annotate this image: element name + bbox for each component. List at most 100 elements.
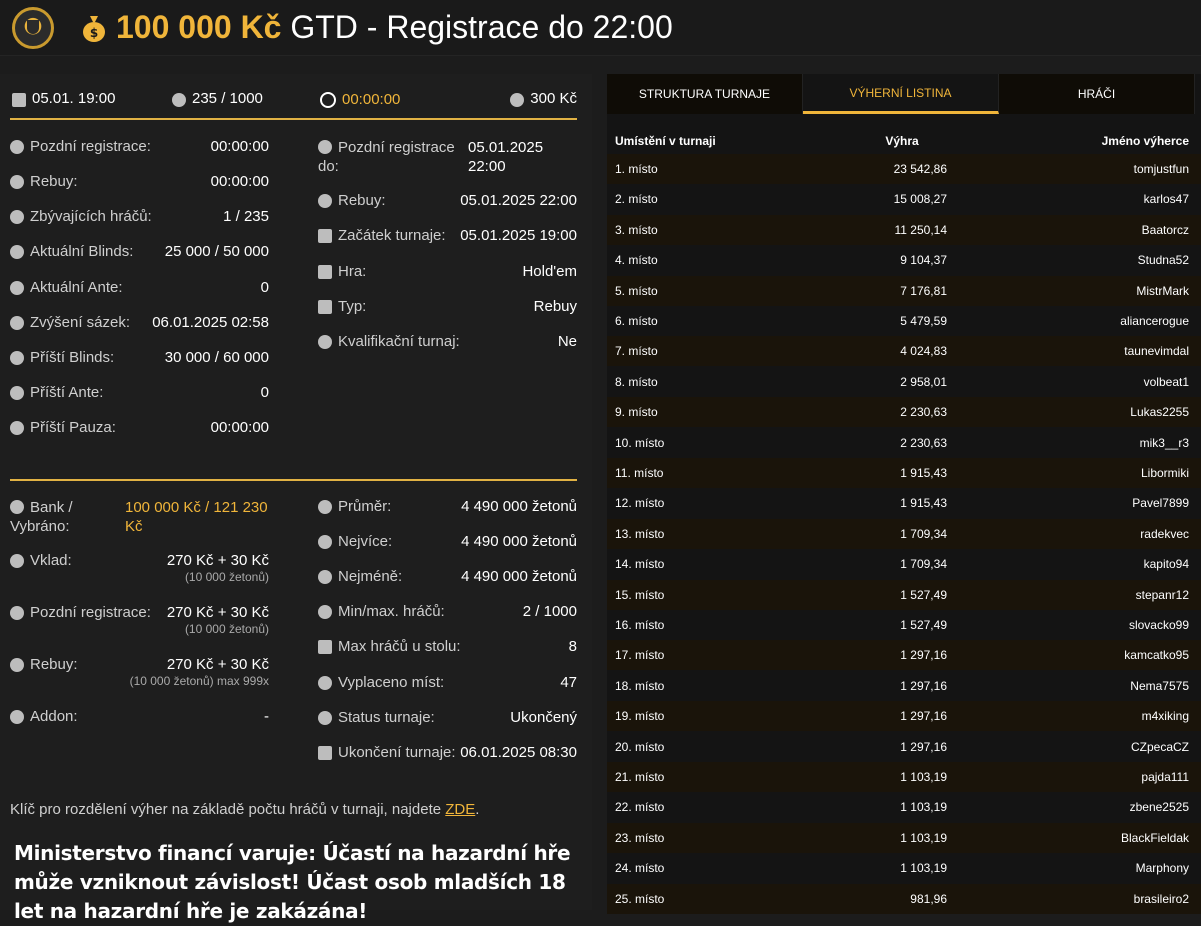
row-prize: 1 297,16	[900, 709, 947, 724]
info-value: 270 Kč + 30 Kč	[166, 552, 269, 569]
table-row: 12. místo 1 915,43 Pavel7899	[607, 488, 1201, 519]
info-value: 47	[560, 674, 577, 691]
row-placement: 8. místo	[615, 374, 658, 389]
table-row: 22. místo 1 103,19 zbene2525	[607, 792, 1201, 823]
row-winner: aliancerogue	[1120, 314, 1189, 328]
tab-structure[interactable]: STRUKTURA TURNAJE	[607, 74, 803, 114]
info-subvalue: (10 000 žetonů)	[184, 570, 269, 584]
table-row: 15. místo 1 527,49 stepanr12	[607, 579, 1201, 610]
row-winner: m4xiking	[1141, 709, 1189, 724]
table-row: 25. místo 981,96 brasileiro2	[607, 883, 1201, 914]
row-placement: 9. místo	[615, 405, 658, 420]
row-prize: 1 297,16	[900, 739, 947, 754]
buyin-stat: 300 Kč	[510, 90, 577, 107]
row-placement: 6. místo	[615, 314, 658, 328]
info-value: 22:00	[468, 158, 506, 175]
row-winner: slovacko99	[1128, 618, 1189, 632]
start-date-value: 05.01. 19:00	[32, 90, 116, 107]
tab-players[interactable]: HRÁČI	[999, 74, 1195, 114]
row-winner: karlos47	[1143, 192, 1189, 207]
row-prize: 2 230,63	[900, 435, 947, 450]
info-row: Průměr: 4 490 000 žetonů	[318, 498, 577, 515]
info-row: Aktuální Blinds: 25 000 / 50 000	[10, 243, 269, 260]
row-prize: 23 542,86	[893, 162, 947, 176]
table-row: 11. místo 1 915,43 Libormiki	[607, 458, 1201, 488]
row-winner: Lukas2255	[1130, 405, 1189, 420]
row-prize: 4 024,83	[900, 344, 947, 359]
row-winner: Pavel7899	[1132, 496, 1189, 511]
row-placement: 17. místo	[615, 648, 665, 663]
table-row: 14. místo 1 709,34 kapito94	[607, 549, 1201, 580]
info-row: Typ: Rebuy	[318, 298, 577, 315]
row-prize: 1 527,49	[900, 587, 947, 602]
info-row: Min/max. hráčů: 2 / 1000	[318, 603, 577, 620]
row-prize: 1 103,19	[900, 800, 947, 815]
row-placement: 19. místo	[615, 709, 665, 724]
row-prize: 7 176,81	[900, 283, 947, 298]
row-winner: kamcatko95	[1124, 648, 1189, 663]
table-row: 18. místo 1 297,16 Nema7575	[607, 670, 1201, 701]
table-row: 13. místo 1 709,34 radekvec	[607, 518, 1201, 549]
users-icon	[172, 92, 186, 107]
info-label: Bank /	[30, 499, 73, 516]
info-row: Hra: Hold'em	[318, 263, 577, 280]
bank-value: Kč	[125, 518, 143, 535]
players-stat: 235 / 1000	[172, 90, 263, 107]
row-prize: 15 008,27	[893, 192, 947, 207]
info-row: Příští Blinds: 30 000 / 60 000	[10, 349, 269, 366]
info-value: 06.01.2025 08:30	[460, 744, 577, 761]
row-prize: 1 103,19	[900, 770, 947, 784]
info-value: 0	[260, 384, 269, 401]
row-winner: CZpecaCZ	[1130, 739, 1189, 754]
info-value: -	[264, 708, 269, 725]
table-row: 8. místo 2 958,01 volbeat1	[607, 366, 1201, 397]
table-row: 21. místo 1 103,19 pajda111	[607, 762, 1201, 792]
info-row: Kvalifikační turnaj: Ne	[318, 333, 577, 350]
info-value: 8	[568, 638, 577, 655]
row-winner: Marphony	[1135, 861, 1189, 876]
row-placement: 13. místo	[615, 526, 665, 541]
info-value: Rebuy	[533, 298, 577, 315]
table-row: 3. místo 11 250,14 Baatorcz	[607, 214, 1201, 245]
info-label: Vybráno:	[10, 518, 70, 535]
row-prize: 1 915,43	[900, 496, 947, 511]
info-row: Pozdní registrace: 00:00:00	[10, 138, 269, 155]
info-value: 270 Kč + 30 Kč	[166, 656, 269, 673]
info-row: Rebuy: 05.01.2025 22:00	[318, 192, 577, 209]
page-title: 100 000 Kč GTD - Registrace do 22:00	[116, 9, 673, 46]
table-row: 23. místo 1 103,19 BlackFieldak	[607, 822, 1201, 853]
info-value: 05.01.2025	[468, 139, 544, 156]
row-placement: 25. místo	[615, 891, 665, 906]
info-value: Ukončený	[510, 709, 577, 726]
info-row: Nejméně: 4 490 000 žetonů	[318, 568, 577, 585]
payout-key-label: Klíč pro rozdělení výher na základě počt…	[10, 801, 442, 818]
tab-payout-list[interactable]: VÝHERNÍ LISTINA	[803, 74, 999, 114]
row-prize: 2 958,01	[900, 374, 947, 389]
info-subvalue: (10 000 žetonů) max 999x	[129, 674, 269, 688]
row-placement: 10. místo	[615, 435, 665, 450]
money-bag-icon	[10, 500, 24, 514]
row-winner: brasileiro2	[1133, 891, 1189, 906]
info-value: 4 490 000 žetonů	[461, 568, 577, 585]
table-row: 5. místo 7 176,81 MistrMark	[607, 275, 1201, 306]
tournament-info-panel: 05.01. 19:00 235 / 1000 00:00:00 300 Kč …	[0, 74, 592, 923]
row-prize: 2 230,63	[900, 405, 947, 420]
row-winner: pajda111	[1141, 770, 1189, 784]
info-row-late-reg: Pozdní registrace do: 05.01.2025 22:00	[318, 138, 543, 176]
info-row: Příští Pauza: 00:00:00	[10, 419, 269, 436]
row-placement: 4. místo	[615, 253, 658, 268]
info-row: Ukončení turnaje: 06.01.2025 08:30	[318, 744, 577, 761]
info-row: Rebuy: 00:00:00	[10, 173, 269, 190]
money-bag-icon: $	[83, 15, 105, 42]
row-placement: 20. místo	[615, 739, 665, 754]
row-placement: 1. místo	[615, 162, 658, 176]
info-value: 1 / 235	[223, 208, 269, 225]
info-row: Zbývajících hráčů: 1 / 235	[10, 208, 269, 225]
payout-key-link[interactable]: ZDE	[445, 801, 475, 818]
table-row: 2. místo 15 008,27 karlos47	[607, 184, 1201, 215]
row-winner: tomjustfun	[1133, 162, 1189, 176]
row-placement: 22. místo	[615, 800, 665, 815]
tab-bar: STRUKTURA TURNAJE VÝHERNÍ LISTINA HRÁČI	[607, 74, 1201, 114]
info-value: 4 490 000 žetonů	[461, 533, 577, 550]
info-subvalue: (10 000 žetonů)	[184, 622, 269, 636]
